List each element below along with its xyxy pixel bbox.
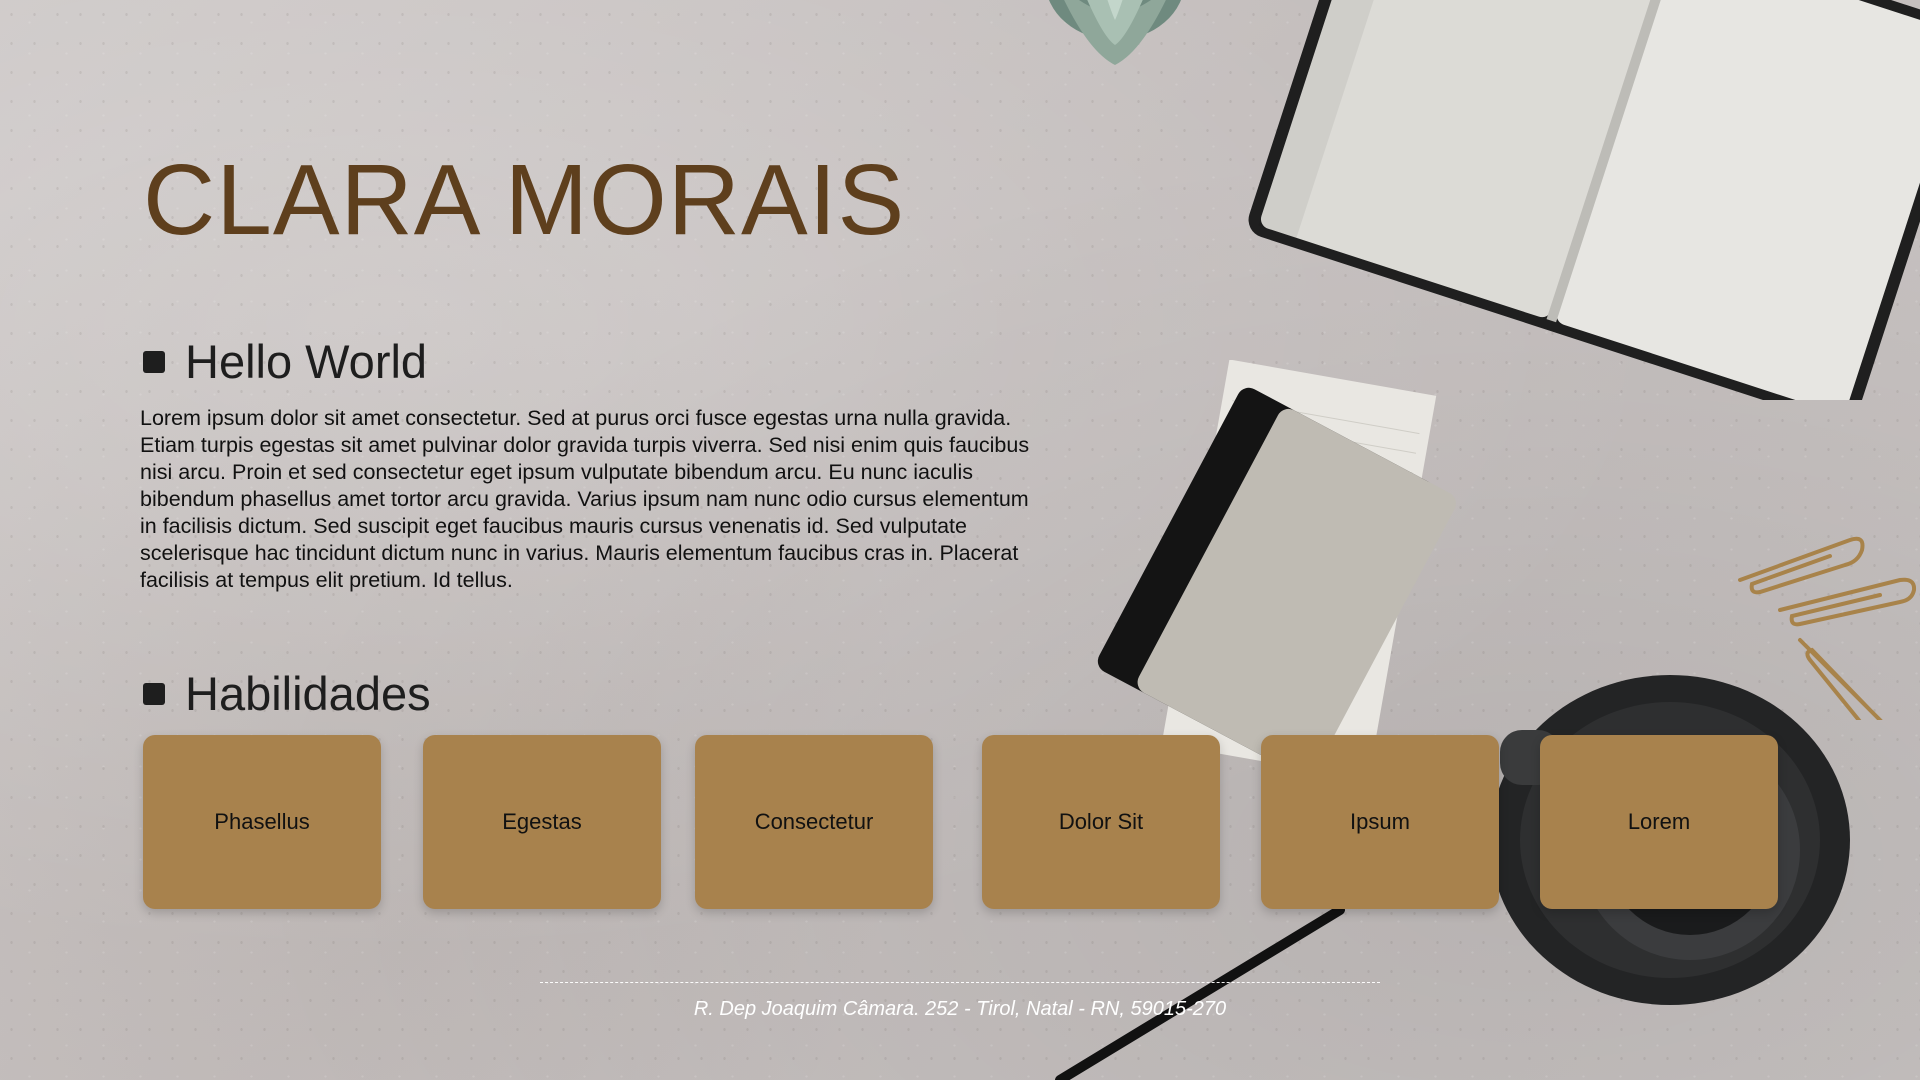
- footer-divider: [540, 982, 1380, 983]
- skill-label: Egestas: [502, 809, 582, 834]
- skill-card-ipsum[interactable]: Ipsum: [1261, 735, 1499, 909]
- about-text: Lorem ipsum dolor sit amet consectetur. …: [140, 406, 1030, 592]
- about-title: Hello World: [185, 335, 428, 388]
- page-title: CLARA MORAIS: [143, 144, 906, 256]
- skill-label: Consectetur: [754, 809, 874, 834]
- skill-label: Ipsum: [1350, 809, 1410, 834]
- skills-title: Habilidades: [185, 667, 431, 720]
- skill-label: Dolor Sit: [1058, 809, 1144, 834]
- about-heading: Hello World: [143, 338, 427, 385]
- square-bullet-icon: [143, 682, 165, 705]
- skill-label: Lorem: [1627, 809, 1691, 834]
- skill-card-egestas[interactable]: Egestas: [423, 735, 661, 909]
- skill-card-dolor-sit[interactable]: Dolor Sit: [982, 735, 1220, 909]
- footer-address: R. Dep Joaquim Câmara. 252 - Tirol, Nata…: [693, 998, 1227, 1020]
- succulent-plant-icon: [1049, 0, 1181, 65]
- open-notebook-icon: [1248, 0, 1920, 400]
- pen-icon: [1055, 905, 1345, 1080]
- skill-card-phasellus[interactable]: Phasellus: [143, 735, 381, 909]
- skill-label: Phasellus: [214, 809, 310, 834]
- skill-card-lorem[interactable]: Lorem: [1540, 735, 1778, 909]
- skill-card-consectetur[interactable]: Consectetur: [695, 735, 933, 909]
- skills-heading: Habilidades: [143, 670, 431, 717]
- square-bullet-icon: [143, 350, 165, 373]
- skills-list: Phasellus Egestas Consectetur Dolor Sit …: [143, 735, 1779, 909]
